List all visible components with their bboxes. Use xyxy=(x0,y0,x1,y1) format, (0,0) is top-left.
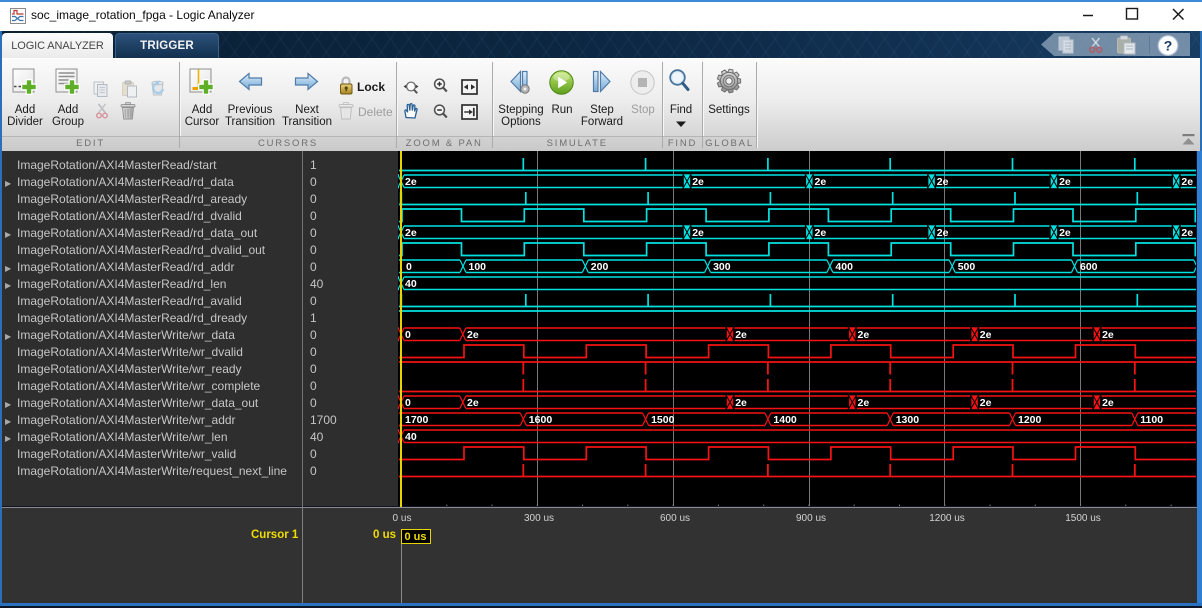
svg-text:2e: 2e xyxy=(815,227,827,239)
svg-text:400: 400 xyxy=(835,261,853,273)
svg-text:2e: 2e xyxy=(1059,227,1071,239)
svg-text:2e: 2e xyxy=(692,176,704,188)
svg-text:2e: 2e xyxy=(1059,176,1071,188)
svg-text:1500: 1500 xyxy=(651,414,675,426)
svg-text:1300: 1300 xyxy=(896,414,920,426)
svg-text:0: 0 xyxy=(405,397,411,409)
svg-text:0: 0 xyxy=(405,329,411,341)
svg-text:2e: 2e xyxy=(735,329,747,341)
svg-text:2e: 2e xyxy=(405,176,417,188)
svg-text:300: 300 xyxy=(713,261,731,273)
svg-text:2e: 2e xyxy=(405,227,417,239)
svg-text:1400: 1400 xyxy=(773,414,797,426)
svg-text:2e: 2e xyxy=(735,397,747,409)
svg-text:2e: 2e xyxy=(815,176,827,188)
svg-text:1100: 1100 xyxy=(1140,414,1163,426)
svg-text:100: 100 xyxy=(469,261,487,273)
svg-text:2e: 2e xyxy=(1102,329,1114,341)
svg-text:2e: 2e xyxy=(980,329,992,341)
svg-text:500: 500 xyxy=(958,261,976,273)
svg-text:2e: 2e xyxy=(1181,227,1193,239)
svg-text:1600: 1600 xyxy=(529,414,553,426)
svg-text:600: 600 xyxy=(1080,261,1098,273)
svg-text:2e: 2e xyxy=(1102,397,1114,409)
svg-text:1700: 1700 xyxy=(405,414,429,426)
svg-text:40: 40 xyxy=(405,431,417,443)
svg-text:2e: 2e xyxy=(1181,176,1193,188)
svg-text:2e: 2e xyxy=(937,227,949,239)
svg-text:2e: 2e xyxy=(467,329,479,341)
svg-text:40: 40 xyxy=(405,278,417,290)
svg-text:1200: 1200 xyxy=(1018,414,1042,426)
svg-text:2e: 2e xyxy=(858,397,870,409)
svg-text:2e: 2e xyxy=(937,176,949,188)
svg-text:2e: 2e xyxy=(692,227,704,239)
svg-text:2e: 2e xyxy=(858,329,870,341)
svg-text:2e: 2e xyxy=(980,397,992,409)
svg-text:2e: 2e xyxy=(467,397,479,409)
svg-text:?: ? xyxy=(1164,38,1173,54)
svg-text:200: 200 xyxy=(591,261,609,273)
svg-text:0: 0 xyxy=(406,261,412,273)
